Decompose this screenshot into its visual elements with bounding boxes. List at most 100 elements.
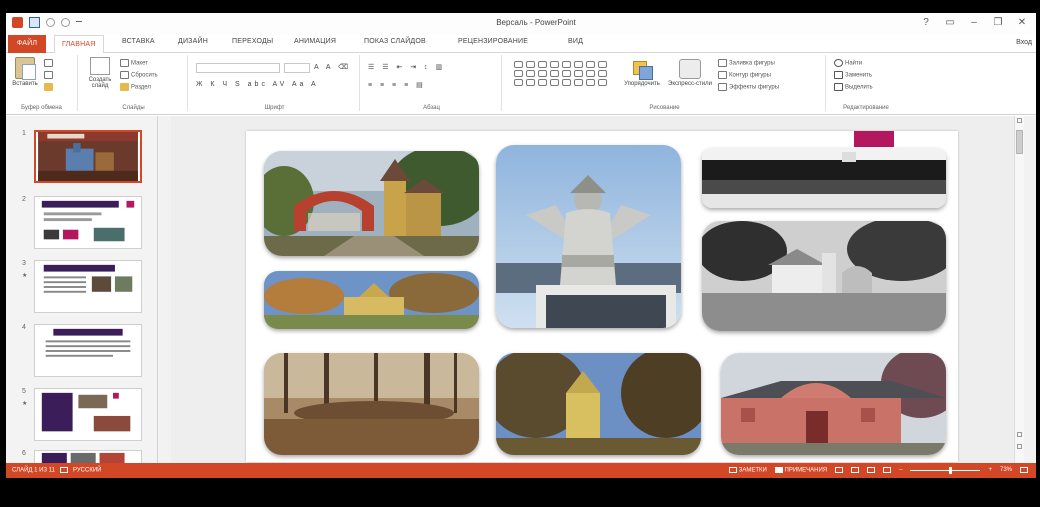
tab-slideshow[interactable]: ПОКАЗ СЛАЙДОВ (364, 38, 426, 45)
language-indicator[interactable]: РУССКИЙ (73, 468, 101, 474)
layout-button[interactable]: Макет (120, 59, 148, 67)
accent-shape[interactable] (854, 131, 894, 147)
help-icon[interactable]: ? (920, 17, 932, 29)
paste-button[interactable]: Вставить (10, 57, 40, 87)
slide-sorter-icon[interactable] (851, 467, 860, 474)
ribbon: Вставить Буфер обмена Создать слайд Маке… (6, 53, 1036, 115)
tab-file[interactable]: ФАЙЛ (8, 35, 46, 53)
minimize-icon[interactable]: – (968, 17, 980, 29)
undo-icon[interactable] (46, 18, 55, 27)
replace-icon (834, 71, 843, 79)
list-buttons[interactable]: ☰ ☰ ⇤ ⇥ ↕ ▥ (368, 63, 445, 71)
zoom-out-icon[interactable]: – (899, 467, 902, 473)
photo-yellow-building-autumn[interactable] (264, 271, 479, 329)
restore-icon[interactable]: ❐ (992, 17, 1004, 29)
arrange-label: Упорядочить (624, 81, 660, 87)
shape-fill-button[interactable]: Заливка фигуры (718, 59, 775, 67)
arrange-button[interactable]: Упорядочить (620, 59, 664, 87)
shapes-gallery[interactable] (514, 61, 608, 86)
customize-qat-icon[interactable] (76, 20, 82, 25)
paragraph-group: ☰ ☰ ⇤ ⇥ ↕ ▥ ≡ ≡ ≡ ≡ ▤ Абзац (362, 55, 502, 111)
normal-view-icon[interactable] (835, 467, 844, 474)
arrange-icon (631, 59, 653, 80)
section-button[interactable]: Раздел (120, 83, 151, 91)
format-painter-button[interactable] (44, 83, 55, 91)
tab-view[interactable]: ВИД (568, 38, 583, 45)
layout-icon (120, 59, 129, 67)
redo-icon[interactable] (61, 18, 70, 27)
spellcheck-icon[interactable] (59, 467, 68, 473)
comments-icon (774, 467, 783, 473)
photo-pink-brick-gate-building[interactable] (721, 353, 946, 455)
zoom-level[interactable]: 73% (1000, 467, 1012, 473)
workspace: 1 2 3 ★ 4 5 ★ 6 (6, 116, 1036, 463)
font-size-buttons[interactable]: A A ⌫ (314, 63, 351, 71)
tab-animations[interactable]: АНИМАЦИЯ (294, 38, 336, 45)
close-icon[interactable]: ✕ (1016, 17, 1028, 29)
slide-number: 4 (22, 324, 26, 331)
slide-number: 5 (22, 388, 26, 395)
photo-bw-lake-panorama[interactable] (702, 148, 946, 208)
section-icon (120, 83, 129, 91)
sign-in-link[interactable]: Вход (1016, 39, 1032, 46)
reading-view-icon[interactable] (867, 467, 876, 474)
screen: Версаль - PowerPoint ? ▭ – ❐ ✕ ФАЙЛ ГЛАВ… (0, 0, 1040, 507)
find-label: Найти (845, 60, 863, 67)
tab-design[interactable]: ДИЗАЙН (178, 38, 208, 45)
ribbon-tabs: ФАЙЛ ГЛАВНАЯ ВСТАВКА ДИЗАЙН ПЕРЕХОДЫ АНИ… (6, 35, 1036, 54)
slide-number: 6 (22, 450, 26, 457)
photo-red-gate-yellow-tower[interactable] (264, 151, 479, 256)
slideshow-icon[interactable] (883, 467, 892, 474)
quick-styles-label: Экспресс-стили (668, 81, 712, 87)
photo-yellow-church-trees[interactable] (496, 353, 701, 455)
photo-bw-manor-house[interactable] (702, 221, 946, 331)
reset-label: Сбросить (131, 72, 158, 79)
shape-effects-button[interactable]: Эффекты фигуры (718, 83, 779, 91)
cursor-icon (834, 83, 843, 91)
tab-insert[interactable]: ВСТАВКА (122, 38, 155, 45)
zoom-slider[interactable] (910, 466, 981, 474)
select-button[interactable]: Выделить (834, 83, 873, 91)
layout-label: Макет (131, 60, 148, 67)
scroll-up-icon[interactable] (1017, 118, 1022, 123)
previous-slide-icon[interactable] (1017, 432, 1022, 437)
slide-scrollbar[interactable] (1014, 116, 1024, 463)
font-name-select[interactable] (196, 63, 280, 73)
notes-button[interactable]: ЗАМЕТКИ (729, 467, 767, 474)
font-size-select[interactable] (284, 63, 310, 73)
quick-styles-button[interactable]: Экспресс-стили (668, 59, 712, 87)
zoom-in-icon[interactable]: + (988, 467, 992, 473)
photo-forest-ruins[interactable] (264, 353, 479, 455)
comments-button[interactable]: ПРИМЕЧАНИЯ (774, 467, 827, 474)
photo-angel-statue-sky[interactable] (496, 145, 681, 328)
fit-slide-icon[interactable] (1020, 467, 1028, 474)
slide-editor (171, 116, 1024, 463)
current-slide[interactable] (246, 131, 958, 462)
next-slide-icon[interactable] (1017, 444, 1022, 449)
quick-access-toolbar (12, 17, 82, 28)
new-slide-button[interactable]: Создать слайд (84, 57, 116, 89)
align-buttons[interactable]: ≡ ≡ ≡ ≡ ▤ (368, 81, 426, 89)
reset-button[interactable]: Сбросить (120, 71, 158, 79)
powerpoint-window: Версаль - PowerPoint ? ▭ – ❐ ✕ ФАЙЛ ГЛАВ… (6, 13, 1036, 478)
replace-button[interactable]: Заменить (834, 71, 872, 79)
powerpoint-logo-icon (12, 17, 23, 28)
find-button[interactable]: Найти (834, 59, 862, 67)
outline-label: Контур фигуры (729, 72, 771, 79)
scissors-icon (44, 59, 53, 67)
tab-transitions[interactable]: ПЕРЕХОДЫ (232, 38, 273, 45)
editing-label: Редактирование (843, 105, 889, 111)
scroll-thumb[interactable] (1016, 130, 1023, 154)
font-format-buttons[interactable]: Ж К Ч S abc AV Aa A (196, 81, 319, 88)
zoom-slider-knob[interactable] (948, 466, 952, 474)
ribbon-options-icon[interactable]: ▭ (944, 17, 956, 29)
shape-outline-button[interactable]: Контур фигуры (718, 71, 771, 79)
tab-home[interactable]: ГЛАВНАЯ (54, 35, 104, 54)
new-slide-icon (90, 57, 110, 75)
slide-counter: СЛАЙД 1 ИЗ 11 (12, 467, 55, 474)
copy-button[interactable] (44, 71, 55, 79)
cut-button[interactable] (44, 59, 55, 67)
effects-icon (718, 83, 727, 91)
tab-review[interactable]: РЕЦЕНЗИРОВАНИЕ (458, 38, 528, 45)
save-icon[interactable] (29, 17, 40, 28)
